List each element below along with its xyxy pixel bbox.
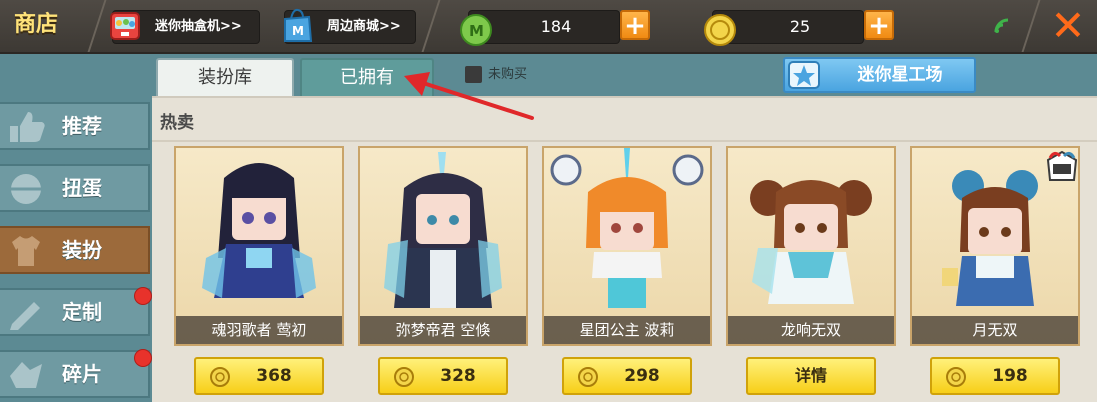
gacha-machine-link[interactable]: 迷你抽盒机>> <box>110 10 260 44</box>
mini-bean-counter: M 184 <box>460 10 620 46</box>
svg-text:M: M <box>292 24 304 38</box>
coin-icon <box>578 367 598 387</box>
add-gold-currency-button[interactable]: + <box>864 10 894 40</box>
coin-icon <box>946 367 966 387</box>
item-card[interactable]: 龙响无双 <box>726 146 896 346</box>
sale-badge-icon <box>1046 150 1078 181</box>
tab-wardrobe[interactable]: 装扮库 <box>156 58 294 96</box>
gold-coin-icon <box>704 14 736 46</box>
coin-icon <box>210 367 230 387</box>
coin-icon <box>394 367 414 387</box>
buy-button[interactable]: 368 <box>194 357 324 395</box>
wifi-signal-icon <box>994 18 1009 33</box>
page-title: 商店 <box>14 12 59 37</box>
buy-button[interactable]: 328 <box>378 357 508 395</box>
annotation-arrow-icon <box>404 72 534 120</box>
shirt-icon <box>12 236 40 266</box>
section-title: 热卖 <box>160 113 194 133</box>
price: 298 <box>624 366 660 386</box>
gacha-machine-icon <box>110 12 140 40</box>
add-green-currency-button[interactable]: + <box>620 10 650 40</box>
capsule-icon <box>11 174 41 204</box>
pencil-icon <box>10 302 40 330</box>
sidebar-item-recommend[interactable]: 推荐 <box>0 102 150 150</box>
item-card[interactable]: 魂羽歌者 莺初 <box>174 146 344 346</box>
sidebar-item-outfit[interactable]: 装扮 <box>0 226 150 274</box>
svg-text:M: M <box>469 22 484 40</box>
price: 198 <box>992 366 1028 386</box>
mini-workshop-button[interactable]: 迷你星工场 <box>783 57 976 93</box>
buy-button[interactable]: 198 <box>930 357 1060 395</box>
sidebar-item-customize[interactable]: 定制 <box>0 287 152 336</box>
item-card[interactable]: 弥梦帝君 空倏 <box>358 146 528 346</box>
item-card[interactable]: 星团公主 波莉 <box>542 146 712 346</box>
item-name: 魂羽歌者 莺初 <box>176 316 342 344</box>
item-name: 星团公主 波莉 <box>544 316 710 344</box>
buy-button[interactable]: 298 <box>562 357 692 395</box>
character-avatar <box>384 152 502 308</box>
star-icon <box>788 61 820 89</box>
notification-dot <box>134 349 152 367</box>
notification-dot <box>134 287 152 305</box>
thumbs-up-icon <box>10 112 45 142</box>
divider <box>421 0 441 52</box>
details-button[interactable]: 详情 <box>746 357 876 395</box>
sidebar-item-gacha[interactable]: 扭蛋 <box>0 164 150 212</box>
character-avatar <box>750 180 872 304</box>
divider <box>1021 0 1041 52</box>
green-bean-icon: M <box>460 14 492 46</box>
item-name: 月无双 <box>912 316 1078 344</box>
shopping-bag-icon: M <box>284 8 313 42</box>
fragment-icon <box>10 362 42 388</box>
price: 368 <box>256 366 292 386</box>
divider <box>152 140 1097 142</box>
sidebar-item-fragments[interactable]: 碎片 <box>0 349 152 398</box>
price: 328 <box>440 366 476 386</box>
item-name: 龙响无双 <box>728 316 894 344</box>
merch-mall-link[interactable]: M 周边商城>> <box>284 8 416 44</box>
mini-coin-counter: 25 <box>704 10 864 46</box>
top-bar: 商店 迷你抽盒机>> M 周边商城>> M 184 + 25 + ✕ <box>0 0 1097 54</box>
character-avatar <box>550 148 704 308</box>
close-button[interactable]: ✕ <box>1046 5 1090 47</box>
item-name: 弥梦帝君 空倏 <box>360 316 526 344</box>
character-avatar <box>202 163 316 298</box>
divider <box>87 0 107 52</box>
